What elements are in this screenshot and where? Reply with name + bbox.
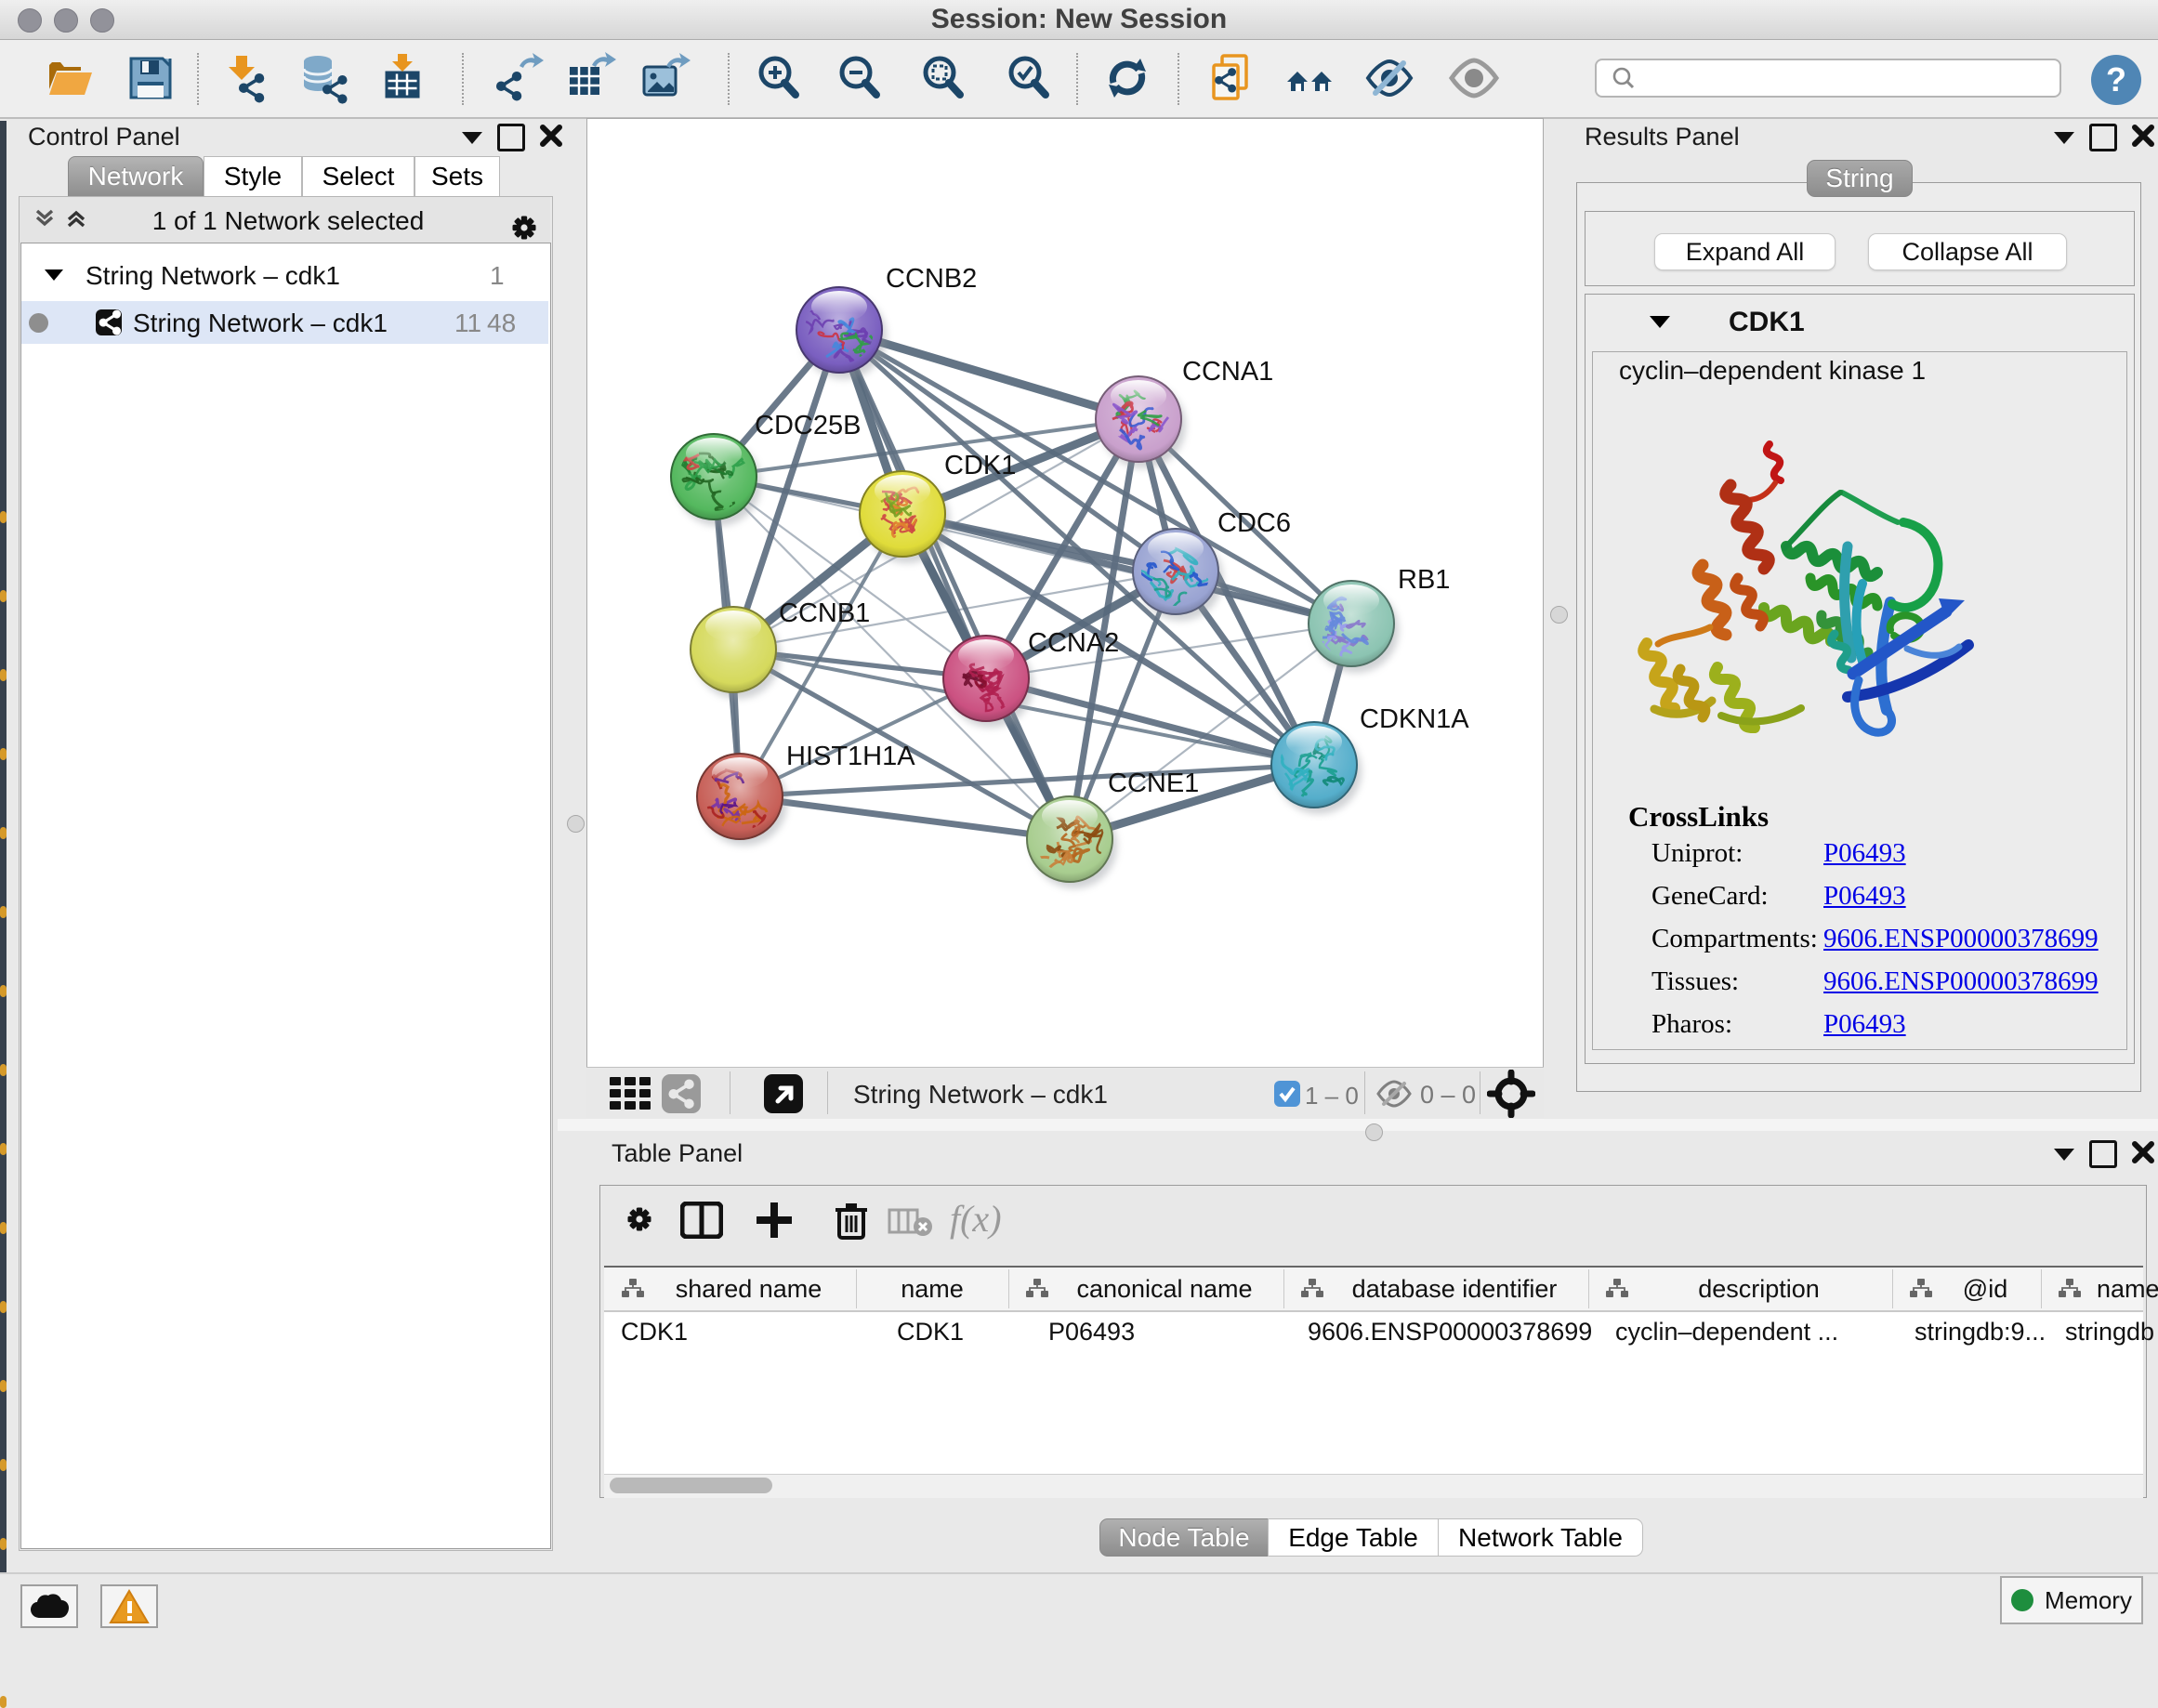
svg-text:CDC25B: CDC25B	[755, 411, 861, 440]
svg-text:CCNE1: CCNE1	[1108, 769, 1199, 798]
svg-text:HIST1H1A: HIST1H1A	[786, 742, 915, 771]
svg-text:CCNA2: CCNA2	[1028, 628, 1119, 658]
svg-text:CCNB2: CCNB2	[886, 264, 977, 294]
svg-text:CDKN1A: CDKN1A	[1360, 704, 1469, 734]
svg-text:CDK1: CDK1	[944, 451, 1016, 480]
svg-text:CCNA1: CCNA1	[1182, 357, 1273, 387]
svg-text:CDC6: CDC6	[1217, 508, 1291, 538]
svg-text:RB1: RB1	[1398, 565, 1450, 595]
svg-text:CCNB1: CCNB1	[779, 598, 870, 628]
svg-text:?: ?	[2106, 60, 2126, 99]
